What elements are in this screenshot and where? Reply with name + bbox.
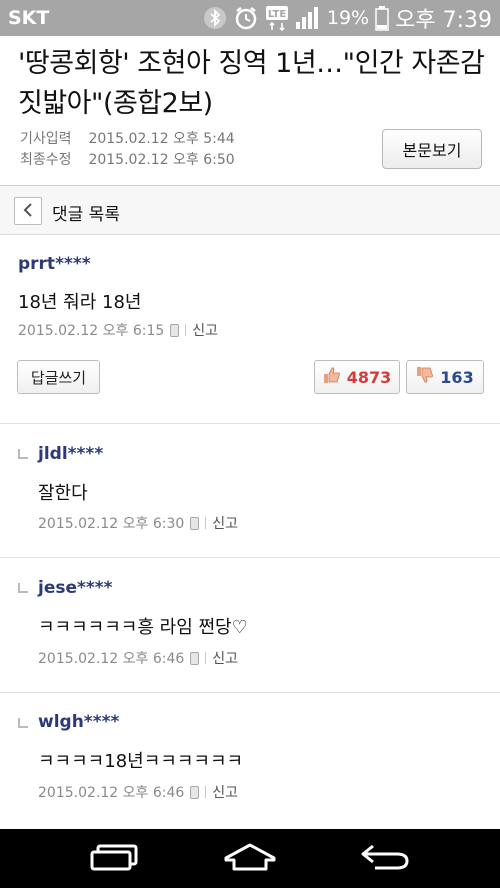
reply-item: wlgh**** ㅋㅋㅋㅋ18년ㅋㅋㅋㅋㅋㅋ 2015.02.12 오후 6:4… [0, 693, 500, 829]
comment-meta: 2015.02.12 오후 6:15 신고 [18, 320, 218, 340]
alarm-clock-icon [233, 5, 259, 31]
chevron-left-icon [22, 202, 34, 221]
reply-button[interactable]: 답글쓰기 [17, 360, 100, 394]
reply-meta: 2015.02.12 오후 6:30 신고 [38, 513, 238, 533]
reply-item: jese**** ㅋㅋㅋㅋㅋㅋ흥 라임 쩐당♡ 2015.02.12 오후 6:… [0, 558, 500, 693]
battery-percent: 19% [326, 7, 370, 29]
back-nav-button[interactable] [350, 839, 420, 879]
status-bar: SKT LTE 19% 오후 7:39 [0, 0, 500, 36]
divider [205, 517, 207, 529]
divider [185, 324, 187, 336]
back-arrow-icon [359, 842, 411, 876]
svg-text:LTE: LTE [268, 9, 287, 20]
dislike-count: 163 [440, 367, 474, 387]
back-button[interactable] [14, 197, 42, 225]
report-link[interactable]: 신고 [212, 513, 238, 533]
home-icon [222, 842, 278, 876]
report-link[interactable]: 신고 [212, 648, 238, 668]
reply-arrow-icon [18, 583, 28, 593]
recent-apps-icon [90, 843, 140, 875]
comment-list-title: 댓글 목록 [52, 205, 120, 225]
reply-item: jldl**** 잘한다 2015.02.12 오후 6:30 신고 [0, 424, 500, 558]
comment-author[interactable]: prrt**** [18, 254, 91, 274]
view-body-button[interactable]: 본문보기 [382, 129, 482, 169]
lte-icon: LTE [265, 5, 289, 31]
comment-text: 18년 줘라 18년 [18, 292, 142, 313]
published-label: 기사입력 [20, 131, 72, 147]
status-icons: LTE 19% 오후 7:39 [203, 4, 492, 33]
reply-meta: 2015.02.12 오후 6:46 신고 [38, 782, 238, 802]
modified-meta: 최종수정 2015.02.12 오후 6:50 [20, 149, 235, 169]
dislike-button[interactable]: 163 [406, 360, 484, 394]
clock: 오후 7:39 [395, 8, 492, 33]
battery-icon [375, 5, 389, 31]
report-link[interactable]: 신고 [192, 320, 218, 340]
reply-text: ㅋㅋㅋㅋ18년ㅋㅋㅋㅋㅋㅋ [38, 751, 244, 772]
reply-meta: 2015.02.12 오후 6:46 신고 [38, 648, 238, 668]
comment-item: prrt**** 18년 줘라 18년 2015.02.12 오후 6:15 신… [0, 236, 500, 424]
modified-label: 최종수정 [20, 152, 72, 168]
reply-author[interactable]: wlgh**** [38, 712, 119, 732]
divider [205, 652, 207, 664]
divider [205, 786, 207, 798]
navigation-bar [0, 829, 500, 888]
reply-date: 2015.02.12 오후 6:46 [38, 651, 185, 667]
signal-icon [295, 6, 321, 30]
article-title: '땅콩회항' 조현아 징역 1년…"인간 자존감 짓밟아"(종합2보) [18, 48, 485, 119]
comment-list-header: 댓글 목록 [0, 185, 500, 235]
reply-text: ㅋㅋㅋㅋㅋㅋ흥 라임 쩐당♡ [38, 617, 248, 638]
thumbs-up-icon [323, 366, 341, 388]
reply-author[interactable]: jldl**** [38, 444, 103, 464]
mobile-icon [170, 323, 180, 337]
mobile-icon [190, 785, 200, 799]
reply-date: 2015.02.12 오후 6:30 [38, 516, 185, 532]
like-button[interactable]: 4873 [314, 360, 400, 394]
reply-arrow-icon [18, 449, 28, 459]
carrier-label: SKT [8, 7, 50, 29]
comment-date: 2015.02.12 오후 6:15 [18, 323, 165, 339]
recent-apps-button[interactable] [80, 839, 150, 879]
published-date: 2015.02.12 오후 5:44 [88, 131, 235, 147]
reply-author[interactable]: jese**** [38, 578, 113, 598]
published-meta: 기사입력 2015.02.12 오후 5:44 [20, 128, 235, 148]
reply-date: 2015.02.12 오후 6:46 [38, 785, 185, 801]
mobile-icon [190, 651, 200, 665]
bluetooth-icon [203, 6, 227, 30]
home-button[interactable] [215, 839, 285, 879]
mobile-icon [190, 516, 200, 530]
modified-date: 2015.02.12 오후 6:50 [88, 152, 235, 168]
report-link[interactable]: 신고 [212, 782, 238, 802]
reply-arrow-icon [18, 718, 28, 728]
like-count: 4873 [346, 367, 392, 387]
thumbs-down-icon [416, 366, 434, 388]
reply-text: 잘한다 [38, 483, 88, 504]
